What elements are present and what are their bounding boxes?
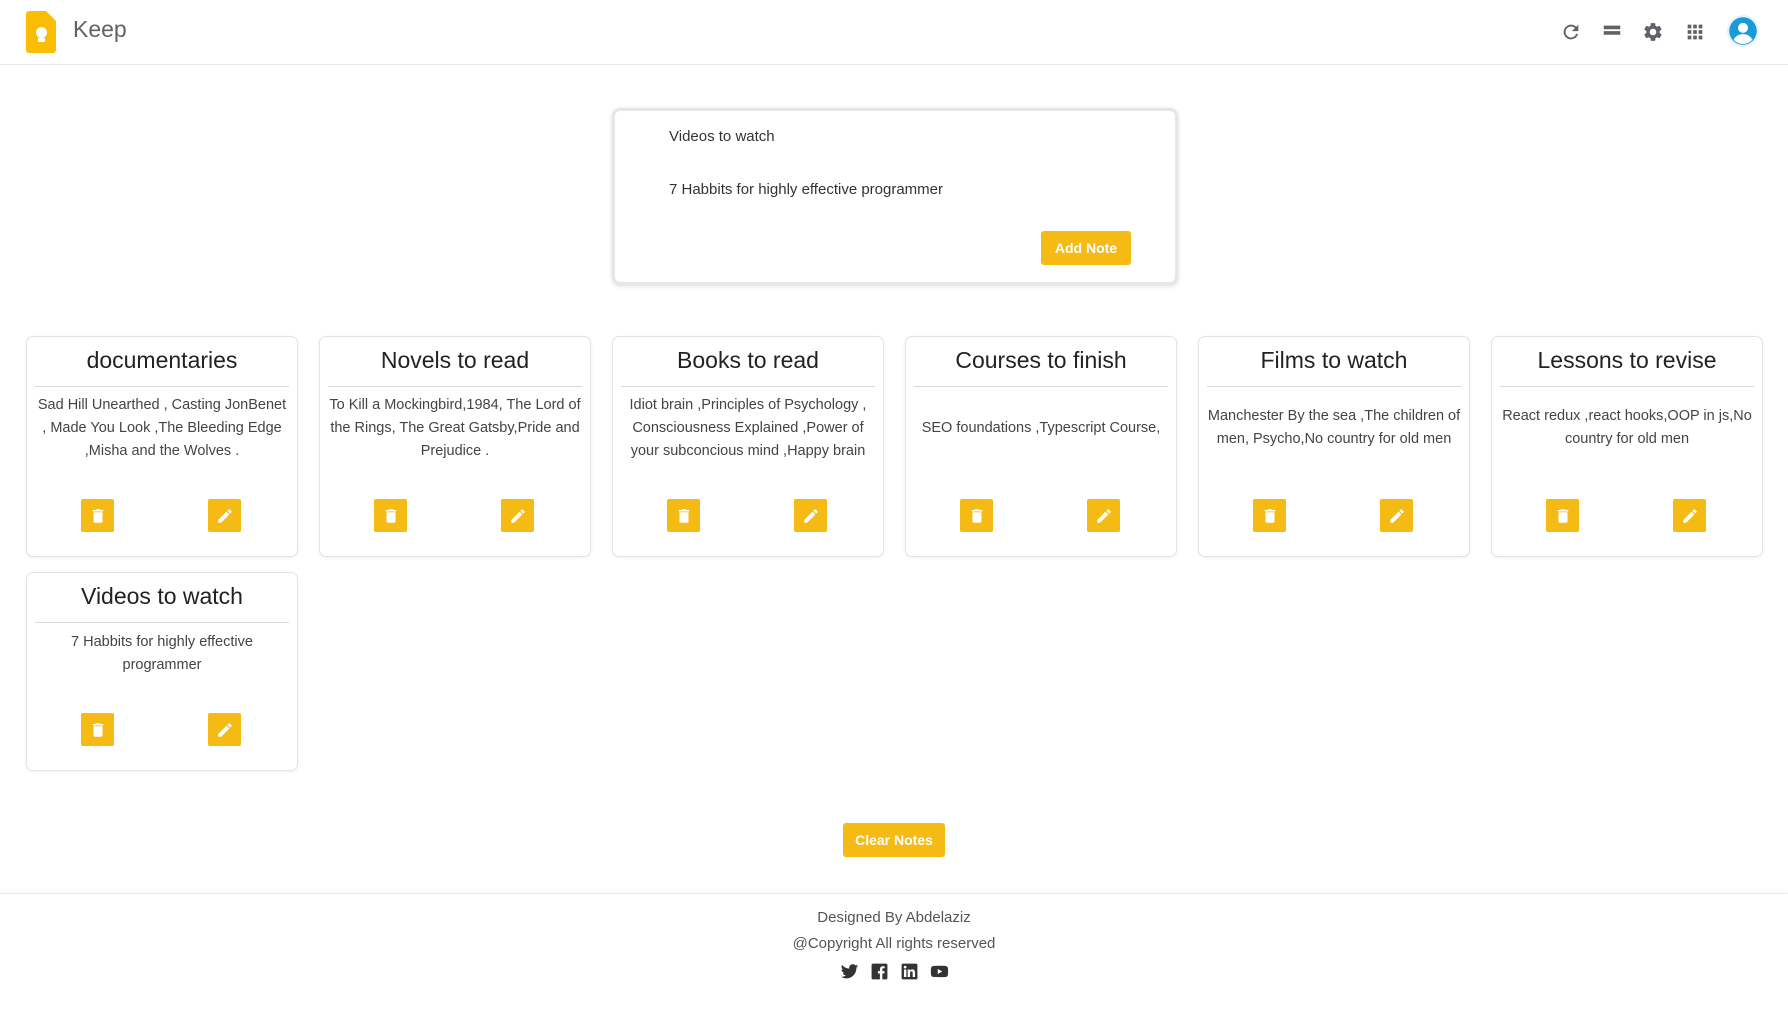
note-title: Films to watch xyxy=(1207,337,1461,387)
youtube-icon[interactable] xyxy=(929,961,949,981)
note-card: Courses to finish SEO foundations ,Types… xyxy=(905,336,1177,557)
note-card: Novels to read To Kill a Mockingbird,198… xyxy=(319,336,591,557)
edit-note-button[interactable] xyxy=(1087,499,1120,532)
pencil-icon xyxy=(1096,508,1111,523)
designed-by-text: Designed By Abdelaziz xyxy=(817,909,971,926)
note-title: Courses to finish xyxy=(914,337,1168,387)
pencil-icon xyxy=(217,722,232,737)
app-header: Keep xyxy=(0,0,1788,65)
edit-note-button[interactable] xyxy=(794,499,827,532)
delete-note-button[interactable] xyxy=(1546,499,1579,532)
trash-icon xyxy=(1264,508,1275,523)
account-avatar[interactable] xyxy=(1727,15,1759,47)
note-title: Novels to read xyxy=(328,337,582,387)
edit-note-button[interactable] xyxy=(208,713,241,746)
delete-note-button[interactable] xyxy=(81,499,114,532)
note-card: Lessons to revise React redux ,react hoo… xyxy=(1491,336,1763,557)
linkedin-icon[interactable] xyxy=(899,961,919,981)
delete-note-button[interactable] xyxy=(960,499,993,532)
settings-icon[interactable] xyxy=(1640,19,1666,45)
note-content: SEO foundations ,Typescript Course, xyxy=(921,419,1161,436)
pencil-icon xyxy=(1682,508,1697,523)
edit-note-button[interactable] xyxy=(1673,499,1706,532)
note-content: Sad Hill Unearthed , Casting JonBenet , … xyxy=(37,396,287,459)
delete-note-button[interactable] xyxy=(374,499,407,532)
pencil-icon xyxy=(510,508,525,523)
add-note-button[interactable]: Add Note xyxy=(1041,231,1131,265)
refresh-icon[interactable] xyxy=(1558,19,1584,45)
note-content-input[interactable] xyxy=(669,181,1129,198)
pencil-icon xyxy=(1389,508,1404,523)
note-content: Manchester By the sea ,The children of m… xyxy=(1207,408,1461,447)
note-title: Books to read xyxy=(621,337,875,387)
app-title: Keep xyxy=(73,16,127,42)
note-card: Books to read Idiot brain ,Principles of… xyxy=(612,336,884,557)
trash-icon xyxy=(971,508,982,523)
pencil-icon xyxy=(803,508,818,523)
note-content: 7 Habbits for highly effective programme… xyxy=(71,634,253,673)
note-content: Idiot brain ,Principles of Psychology , … xyxy=(629,396,867,459)
create-note-form: Add Note xyxy=(612,108,1178,285)
edit-note-button[interactable] xyxy=(1380,499,1413,532)
copyright-text: @Copyright All rights reserved xyxy=(792,935,996,952)
apps-grid-icon[interactable] xyxy=(1682,19,1708,45)
keep-logo-icon xyxy=(26,11,56,53)
footer: Designed By Abdelaziz @Copyright All rig… xyxy=(0,905,1788,981)
delete-note-button[interactable] xyxy=(1253,499,1286,532)
facebook-icon[interactable] xyxy=(869,961,889,981)
pencil-icon xyxy=(217,508,232,523)
trash-icon xyxy=(92,508,103,523)
note-content: To Kill a Mockingbird,1984, The Lord of … xyxy=(329,396,581,459)
edit-note-button[interactable] xyxy=(208,499,241,532)
list-view-icon[interactable] xyxy=(1599,19,1625,45)
twitter-icon[interactable] xyxy=(839,961,859,981)
note-title: Videos to watch xyxy=(35,573,289,623)
note-card: Films to watch Manchester By the sea ,Th… xyxy=(1198,336,1470,557)
note-card: Videos to watch 7 Habbits for highly eff… xyxy=(26,572,298,771)
delete-note-button[interactable] xyxy=(81,713,114,746)
trash-icon xyxy=(678,508,689,523)
trash-icon xyxy=(1557,508,1568,523)
trash-icon xyxy=(385,508,396,523)
note-content: React redux ,react hooks,OOP in js,No co… xyxy=(1502,408,1752,447)
delete-note-button[interactable] xyxy=(667,499,700,532)
trash-icon xyxy=(92,722,103,737)
social-links xyxy=(0,961,1788,981)
footer-divider xyxy=(0,893,1788,894)
note-card: documentaries Sad Hill Unearthed , Casti… xyxy=(26,336,298,557)
note-title-input[interactable] xyxy=(669,128,1129,145)
clear-notes-button[interactable]: Clear Notes xyxy=(843,823,945,857)
note-title: documentaries xyxy=(35,337,289,387)
edit-note-button[interactable] xyxy=(501,499,534,532)
note-title: Lessons to revise xyxy=(1500,337,1754,387)
